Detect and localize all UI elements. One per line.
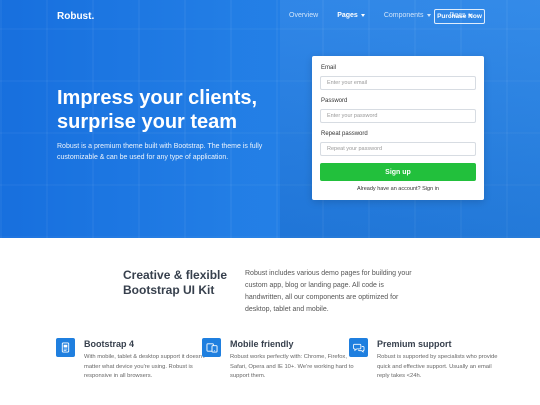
sign-up-button[interactable]: Sign up <box>320 163 476 181</box>
purchase-now-button[interactable]: Purchase Now <box>434 9 485 24</box>
intro-heading: Creative & flexible Bootstrap UI Kit <box>123 268 243 298</box>
hero-title-line-1: Impress your clients, <box>57 87 258 109</box>
nav-link-pages[interactable]: Pages <box>337 12 365 19</box>
feature-text: With mobile, tablet & desktop support it… <box>84 354 205 379</box>
sign-in-link[interactable]: Sign in <box>422 186 439 192</box>
email-label: Email <box>321 65 337 71</box>
feature-text: Robust works perfectly with: Chrome, Fir… <box>230 354 354 379</box>
hero-title-line-2: surprise your team <box>57 111 238 133</box>
intro-heading-line-1: Creative & flexible <box>123 268 228 282</box>
feature-text: Robust is supported by specialists who p… <box>377 354 498 379</box>
bootstrap-icon <box>56 338 75 357</box>
intro-text: Robust includes various demo pages for b… <box>245 270 412 313</box>
repeat-password-label: Repeat password <box>321 131 368 137</box>
repeat-password-field[interactable]: Repeat your password <box>320 142 476 156</box>
nav-link-components[interactable]: Components <box>384 12 431 19</box>
hero-description: Robust is a premium theme built with Boo… <box>57 143 263 161</box>
feature-title: Premium support <box>377 339 452 349</box>
signin-prompt-text: Already have an account? <box>357 186 421 192</box>
mobile-devices-icon <box>202 338 221 357</box>
nav-link-overview[interactable]: Overview <box>289 12 318 19</box>
email-field[interactable]: Enter your email <box>320 76 476 90</box>
signin-prompt: Already have an account? Sign in <box>312 186 484 192</box>
hero-section: Robust. Overview Pages Components Docs P… <box>0 0 540 238</box>
chat-bubbles-icon <box>349 338 368 357</box>
hero-title: Impress your clients, surprise your team <box>57 86 317 134</box>
password-field[interactable]: Enter your password <box>320 109 476 123</box>
password-label: Password <box>321 98 348 104</box>
nav-link-label: Components <box>383 12 424 19</box>
feature-title: Mobile friendly <box>230 339 294 349</box>
nav-link-label: Overview <box>289 12 319 19</box>
nav-link-label: Pages <box>337 12 358 19</box>
caret-down-icon <box>360 13 365 17</box>
caret-down-icon <box>426 13 431 17</box>
feature-title: Bootstrap 4 <box>84 339 135 349</box>
signup-form: Email Enter your email Password Enter yo… <box>312 56 484 200</box>
intro-heading-line-2: Bootstrap UI Kit <box>123 283 215 297</box>
navbar: Robust. Overview Pages Components Docs P… <box>0 0 540 34</box>
brand-logo[interactable]: Robust. <box>57 11 94 22</box>
